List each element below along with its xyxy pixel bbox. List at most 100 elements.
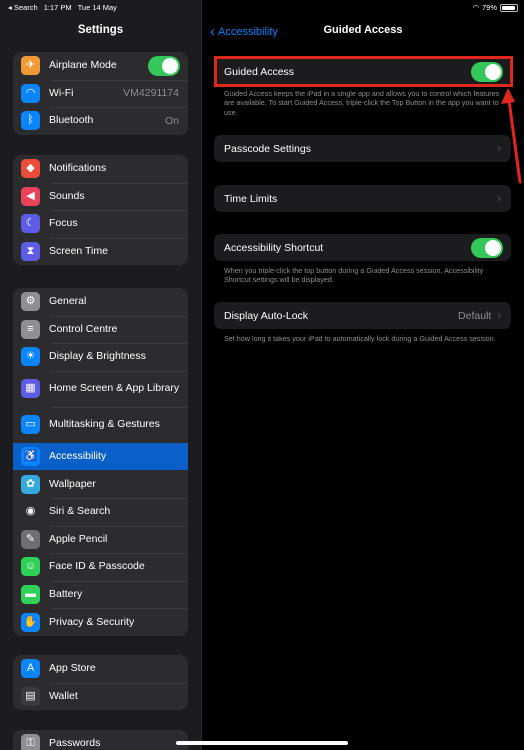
sidebar-item-label: General — [49, 295, 87, 308]
sidebar-item-label: Siri & Search — [49, 505, 111, 518]
sidebar-item-bluetooth[interactable]: ᛒ Bluetooth On — [13, 107, 188, 135]
sidebar-item-label: Sounds — [49, 189, 85, 202]
passcode-settings-row[interactable]: Passcode Settings › — [214, 135, 511, 162]
sidebar-item-label: Control Centre — [49, 322, 118, 335]
sidebar-item-siri-and-search[interactable]: ◉ Siri & Search — [13, 497, 188, 526]
battery-icon — [500, 3, 518, 12]
sidebar-item-label: Screen Time — [49, 245, 108, 258]
bluetooth-icon: ᛒ — [21, 111, 40, 131]
sidebar-item-label: Apple Pencil — [49, 532, 108, 545]
switches-icon: ≡ — [21, 319, 40, 339]
sidebar-item-label: Notifications — [49, 162, 107, 175]
passcode-settings-label: Passcode Settings — [224, 142, 311, 155]
sidebar-item-label: Wallpaper — [49, 477, 96, 490]
guided-access-row: Guided Access — [214, 58, 511, 85]
sidebar-item-wallpaper[interactable]: ✿ Wallpaper — [13, 470, 188, 498]
sidebar-item-label: App Store — [49, 662, 96, 675]
chevron-right-icon: › — [497, 309, 501, 322]
bell-icon: ◆ — [21, 159, 40, 179]
display-auto-lock-label: Display Auto-Lock — [224, 309, 309, 322]
flower-icon: ✿ — [21, 474, 40, 494]
page-title: Guided Access — [323, 24, 403, 36]
gear-icon: ⚙ — [21, 292, 40, 312]
sidebar-title: Settings — [77, 24, 124, 36]
home-indicator[interactable] — [176, 741, 348, 745]
hand-icon: ✋ — [21, 612, 40, 632]
accessibility-shortcut-row: Accessibility Shortcut — [214, 234, 511, 261]
sidebar-item-screen-time[interactable]: ⧗ Screen Time — [13, 237, 188, 266]
sidebar-item-home-screen-and-app-library[interactable]: ▦ Home Screen & App Library — [13, 370, 188, 407]
grid-icon: ▦ — [21, 379, 40, 399]
airplane-mode-toggle[interactable] — [148, 55, 180, 76]
sidebar-item-label: Airplane Mode — [49, 59, 117, 72]
sidebar-item-general[interactable]: ⚙ General — [13, 288, 188, 316]
chevron-right-icon: › — [497, 192, 501, 205]
battery-percent: 79% — [481, 3, 497, 12]
guided-access-footnote: Guided Access keeps the iPad in a single… — [224, 89, 500, 117]
detail-pane: ‹ Accessibility Guided Access Guided Acc… — [202, 0, 524, 750]
wallet-icon: ▤ — [21, 686, 40, 706]
time-limits-label: Time Limits — [224, 192, 278, 205]
sidebar-group: A App Store ▤ Wallet — [13, 655, 188, 711]
sidebar-item-passwords[interactable]: ⚿ Passwords — [13, 730, 188, 750]
sidebar-item-value: VM4291174 — [123, 87, 179, 100]
sidebar-item-notifications[interactable]: ◆ Notifications — [13, 155, 188, 183]
sidebar-item-wi-fi[interactable]: ◠ Wi-Fi VM4291174 — [13, 79, 188, 108]
sidebar-item-label: Accessibility — [49, 450, 107, 463]
sidebar-item-app-store[interactable]: A App Store — [13, 655, 188, 683]
guided-access-toggle[interactable] — [471, 61, 503, 82]
app-store-icon: A — [21, 659, 40, 679]
back-to-app-link[interactable]: ◂ Search — [8, 3, 38, 12]
sidebar-item-wallet[interactable]: ▤ Wallet — [13, 682, 188, 711]
airplane-icon: ✈ — [21, 56, 40, 76]
display-auto-lock-value: Default — [458, 309, 492, 322]
sidebar-item-battery[interactable]: ▬ Battery — [13, 580, 188, 609]
wifi-icon: ◠ — [21, 83, 40, 103]
display-auto-lock-footnote: Set how long it takes your iPad to autom… — [224, 334, 496, 343]
settings-sidebar: ◂ Search 1:17 PM Tue 14 May Settings ✈ Ai… — [0, 0, 201, 750]
accessibility-icon: ♿ — [21, 447, 40, 467]
accessibility-shortcut-toggle[interactable] — [471, 237, 503, 258]
moon-icon: ☾ — [21, 214, 40, 234]
pencil-icon: ✎ — [21, 529, 40, 549]
sidebar-item-label: Wi-Fi — [49, 86, 74, 99]
sidebar-item-label: Home Screen & App Library — [49, 382, 180, 395]
sidebar-item-label: Wallet — [49, 689, 78, 702]
sidebar-group: ✈ Airplane Mode ◠ Wi-Fi VM4291174 ᛒ Bluetooth O… — [13, 52, 188, 135]
sidebar-item-label: Multitasking & Gestures — [49, 418, 160, 431]
sidebar-group: ⚿ Passwords — [13, 730, 188, 750]
accessibility-shortcut-footnote: When you triple-click the top button dur… — [224, 266, 484, 285]
sidebar-item-apple-pencil[interactable]: ✎ Apple Pencil — [13, 525, 188, 554]
sidebar-item-accessibility[interactable]: ♿ Accessibility — [13, 442, 188, 471]
accessibility-shortcut-label: Accessibility Shortcut — [224, 241, 324, 254]
status-bar-left: ◂ Search 1:17 PM Tue 14 May — [8, 3, 121, 12]
speaker-icon: ◀ — [21, 186, 40, 206]
display-auto-lock-row[interactable]: Display Auto-Lock Default › — [214, 302, 511, 329]
key-icon: ⚿ — [21, 734, 40, 750]
multitask-icon: ▭ — [21, 415, 40, 435]
sidebar-item-label: Passwords — [49, 737, 101, 750]
sidebar-item-label: Display & Brightness — [49, 350, 146, 363]
status-bar-right: ◠ 79% — [472, 3, 518, 12]
sidebar-item-sounds[interactable]: ◀ Sounds — [13, 182, 188, 211]
sidebar-item-control-centre[interactable]: ≡ Control Centre — [13, 315, 188, 344]
sidebar-item-privacy-and-security[interactable]: ✋ Privacy & Security — [13, 608, 188, 636]
time-limits-row[interactable]: Time Limits › — [214, 185, 511, 212]
wifi-status-icon: ◠ — [472, 3, 479, 12]
sidebar-item-label: Privacy & Security — [49, 615, 135, 628]
siri-icon: ◉ — [21, 502, 40, 522]
sun-icon: ☀ — [21, 347, 40, 367]
face-id-icon: ☺ — [21, 557, 40, 577]
sidebar-item-airplane-mode[interactable]: ✈ Airplane Mode — [13, 52, 188, 80]
sidebar-item-display-and-brightness[interactable]: ☀ Display & Brightness — [13, 343, 188, 371]
hourglass-icon: ⧗ — [21, 242, 40, 262]
sidebar-group: ◆ Notifications ◀ Sounds ☾ Focus ⧗ Screen Time — [13, 155, 188, 266]
sidebar-item-face-id-and-passcode[interactable]: ☺ Face ID & Passcode — [13, 553, 188, 581]
guided-access-label: Guided Access — [224, 65, 295, 78]
chevron-right-icon: › — [497, 142, 501, 155]
sidebar-item-multitasking-and-gestures[interactable]: ▭ Multitasking & Gestures — [13, 406, 188, 443]
sidebar-group: ⚙ General ≡ Control Centre ☀ Display & Bright… — [13, 288, 188, 636]
battery-icon: ▬ — [21, 585, 40, 605]
sidebar-item-focus[interactable]: ☾ Focus — [13, 210, 188, 238]
status-date: Tue 14 May — [77, 3, 117, 12]
